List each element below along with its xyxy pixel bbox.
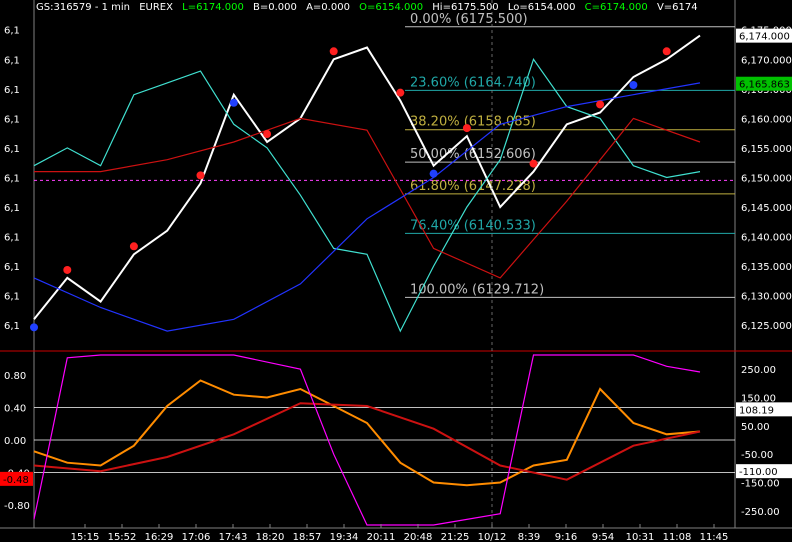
price-tick-label-left: 6,1 [4, 262, 20, 273]
sell-signal-dot [196, 171, 205, 180]
time-tick-label: 10:31 [626, 532, 655, 542]
price-tick-label-right: 6,135.000 [741, 262, 792, 273]
price-tick-label-left: 6,1 [4, 173, 20, 184]
sell-signal-dot [263, 130, 272, 139]
oscillator-tick-label-left: 0.80 [4, 371, 26, 382]
sell-signal-dot [596, 100, 605, 109]
time-tick-label: 8:39 [518, 532, 540, 542]
price-tick-label-left: 6,1 [4, 26, 20, 37]
price-line [33, 34, 701, 320]
price-tick-label-left: 6,1 [4, 55, 20, 66]
oscillator-tick-label-right: 250.00 [741, 365, 776, 376]
buy-signal-dot [629, 81, 638, 90]
sell-signal-dot [396, 88, 405, 97]
sell-signal-dot [129, 242, 138, 251]
sell-signal-dot [529, 159, 538, 168]
price-tick-label-left: 6,1 [4, 292, 20, 303]
price-tick-label-left: 6,1 [4, 144, 20, 155]
price-tick-label-right: 6,160.000 [741, 114, 792, 125]
oscillator-value-text: 108.19 [739, 405, 774, 416]
red-signal-line [33, 402, 701, 481]
time-tick-label: 20:48 [404, 532, 433, 542]
time-tick-label: 21:25 [441, 532, 470, 542]
sell-signal-dot [462, 124, 471, 133]
sell-signal-dot [329, 47, 338, 56]
buy-signal-dot [429, 169, 438, 178]
price-tick-label-right: 6,125.000 [741, 321, 792, 332]
price-tick-label-right: 6,130.000 [741, 292, 792, 303]
fib-level-label: 100.00% (6129.712) [410, 282, 544, 297]
time-tick-label: 15:52 [108, 532, 137, 542]
price-tick-label-left: 6,1 [4, 321, 20, 332]
time-tick-label: 17:43 [219, 532, 248, 542]
price-tick-label-left: 6,1 [4, 85, 20, 96]
blue-moving-average [33, 82, 701, 332]
time-tick-label: 11:08 [663, 532, 692, 542]
time-tick-label: 10/12 [478, 532, 507, 542]
orange-oscillator-line [33, 379, 701, 487]
oscillator-tick-label-right: -250.00 [741, 507, 780, 518]
time-tick-label: 16:29 [145, 532, 174, 542]
time-tick-label: 18:20 [256, 532, 285, 542]
price-tick-label-right: 6,140.000 [741, 233, 792, 244]
oscillator-tick-label-right: 50.00 [741, 422, 770, 433]
oscillator-tick-label-right: -150.00 [741, 479, 780, 490]
oscillator-tick-label-right: -50.00 [741, 450, 773, 461]
trading-chart[interactable]: 6,175.0006,16,170.0006,16,165.0006,16,16… [0, 0, 792, 542]
oscillator-tick-label-left: 0.40 [4, 404, 26, 415]
oscillator-tick-label-left: 0.00 [4, 436, 26, 447]
sell-signal-dot [662, 47, 671, 56]
price-value-text: 6,174.000 [739, 32, 790, 43]
time-tick-label: 17:06 [182, 532, 211, 542]
price-tick-label-right: 6,145.000 [741, 203, 792, 214]
price-tick-label-right: 6,150.000 [741, 173, 792, 184]
buy-signal-dot [229, 98, 238, 107]
oscillator-value-text: -0.48 [3, 475, 29, 486]
oscillator-tick-label-left: -0.80 [4, 501, 30, 512]
time-tick-label: 9:16 [555, 532, 577, 542]
price-tick-label-left: 6,1 [4, 203, 20, 214]
price-tick-label-left: 6,1 [4, 233, 20, 244]
price-value-text: 6,165.863 [739, 80, 790, 91]
time-tick-label: 9:54 [592, 532, 614, 542]
sell-signal-dot [63, 265, 72, 274]
price-tick-label-left: 6,1 [4, 114, 20, 125]
fib-level-label: 0.00% (6175.500) [410, 12, 528, 27]
buy-signal-dot [30, 323, 38, 332]
time-tick-label: 15:15 [71, 532, 100, 542]
time-tick-label: 18:57 [293, 532, 322, 542]
fib-level-label: 23.60% (6164.740) [410, 75, 536, 90]
oscillator-value-text: -110.00 [739, 467, 778, 478]
time-tick-label: 19:34 [330, 532, 359, 542]
price-tick-label-right: 6,170.000 [741, 55, 792, 66]
time-tick-label: 11:45 [700, 532, 729, 542]
price-tick-label-right: 6,155.000 [741, 144, 792, 155]
time-tick-label: 20:11 [367, 532, 396, 542]
fib-level-label: 76.40% (6140.533) [410, 218, 536, 233]
fib-level-label: 38.20% (6158.085) [410, 115, 536, 130]
